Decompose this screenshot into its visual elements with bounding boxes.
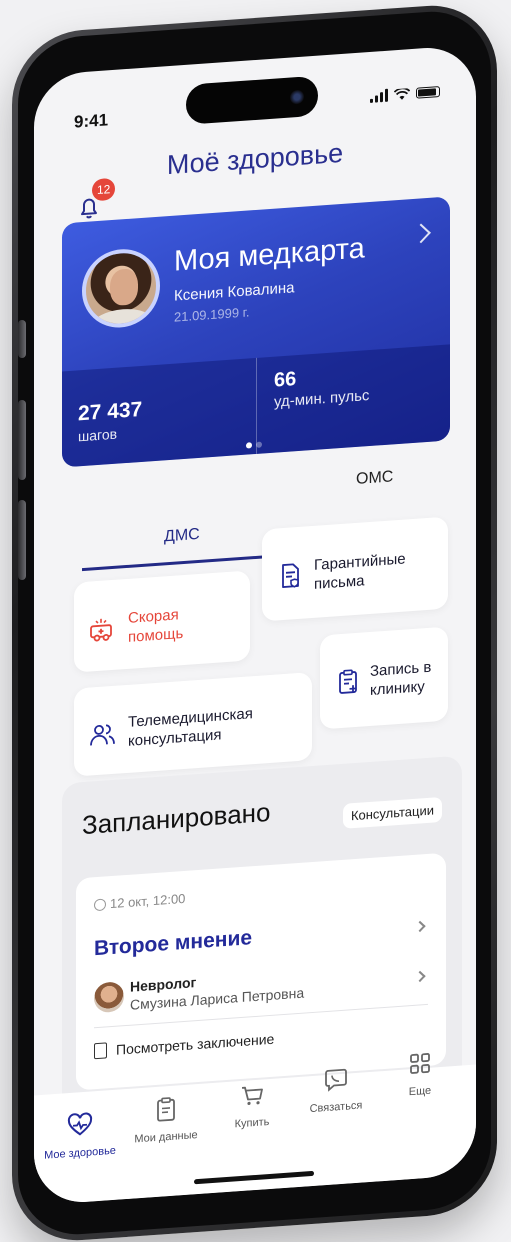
clock-icon	[94, 898, 106, 912]
ambulance-icon	[90, 618, 112, 642]
tile-clinic-appointment[interactable]: Запись в клинику	[320, 626, 448, 730]
tile-guarantee-letters[interactable]: Гарантийные письма	[262, 516, 448, 622]
tab-dms[interactable]: ДМС	[164, 526, 200, 546]
tab-active-indicator	[82, 554, 278, 572]
filter-chip-consultations[interactable]: Консультации	[342, 796, 442, 829]
avatar	[82, 246, 160, 331]
telemedicine-label: Телемедицинская консультация	[128, 705, 253, 750]
tile-ambulance[interactable]: Скорая помощь	[74, 570, 250, 673]
home-indicator[interactable]	[194, 1170, 314, 1185]
side-button-volume-down	[18, 500, 26, 580]
nav-contact[interactable]: Связаться	[296, 1064, 376, 1117]
planned-title: Запланировано	[82, 796, 271, 841]
users-icon	[90, 724, 115, 746]
dynamic-island	[186, 75, 318, 125]
document-icon	[94, 1042, 107, 1060]
grid-icon	[410, 1053, 430, 1074]
medcard-title: Моя медкарта	[174, 232, 365, 278]
clipboard-plus-icon	[339, 669, 357, 694]
nav-my-data[interactable]: Мои данные	[126, 1093, 206, 1146]
heart-pulse-icon	[67, 1112, 93, 1136]
nav-more-label: Еще	[408, 1084, 432, 1099]
chevron-right-icon[interactable]	[414, 970, 426, 983]
appointment-datetime-text: 12 окт, 12:00	[110, 890, 186, 912]
nav-my-health[interactable]: Мое здоровье	[40, 1109, 120, 1162]
carousel-dots[interactable]	[246, 441, 262, 449]
nav-my-data-label: Мои данные	[134, 1129, 198, 1146]
app-screen: 9:41 Моё здоровье 12 Моя медкарта Ксения…	[34, 44, 476, 1206]
phone-message-icon	[325, 1068, 347, 1092]
ambulance-label: Скорая помощь	[128, 606, 184, 646]
carousel-dot[interactable]	[256, 441, 262, 448]
appointment-datetime: 12 окт, 12:00	[94, 891, 185, 912]
medcard-card[interactable]: Моя медкарта Ксения Ковалина 21.09.1999 …	[62, 196, 450, 468]
tile-telemedicine[interactable]: Телемедицинская консультация	[74, 672, 312, 777]
status-time: 9:41	[74, 110, 109, 132]
nav-my-health-label: Мое здоровье	[44, 1144, 116, 1162]
tab-oms[interactable]: ОМС	[356, 468, 393, 489]
nav-more[interactable]: Еще	[380, 1048, 460, 1101]
doctor-specialty: Невролог	[130, 974, 197, 995]
chevron-right-icon[interactable]	[411, 223, 431, 244]
doctor-avatar	[94, 981, 124, 1014]
chevron-right-icon[interactable]	[414, 920, 426, 933]
document-shield-icon	[282, 563, 299, 588]
nav-buy-label: Купить	[234, 1115, 270, 1131]
signal-icon	[370, 88, 388, 103]
clipboard-icon	[157, 1097, 175, 1122]
guarantee-letters-label: Гарантийные письма	[314, 550, 406, 593]
patient-name: Ксения Ковалина	[174, 279, 295, 305]
nav-buy[interactable]: Купить	[212, 1079, 292, 1132]
cart-icon	[242, 1086, 263, 1106]
patient-birth-date: 21.09.1999 г.	[174, 304, 250, 325]
wifi-icon	[394, 87, 410, 100]
clinic-appointment-label: Запись в клинику	[370, 658, 432, 699]
side-button-volume-up	[18, 400, 26, 480]
notification-badge: 12	[92, 177, 116, 202]
appointment-type: Второе мнение	[94, 926, 253, 961]
pulse-value: 66	[274, 368, 297, 392]
side-button-silent	[18, 320, 26, 358]
carousel-dot-active[interactable]	[246, 442, 252, 449]
view-conclusion-link[interactable]: Посмотреть заключение	[116, 1031, 274, 1058]
nav-contact-label: Связаться	[309, 1099, 363, 1116]
status-icons	[370, 85, 440, 103]
battery-icon	[416, 86, 440, 99]
steps-label: шагов	[78, 425, 118, 445]
medcard-divider	[256, 357, 257, 454]
steps-value: 27 437	[78, 397, 143, 426]
